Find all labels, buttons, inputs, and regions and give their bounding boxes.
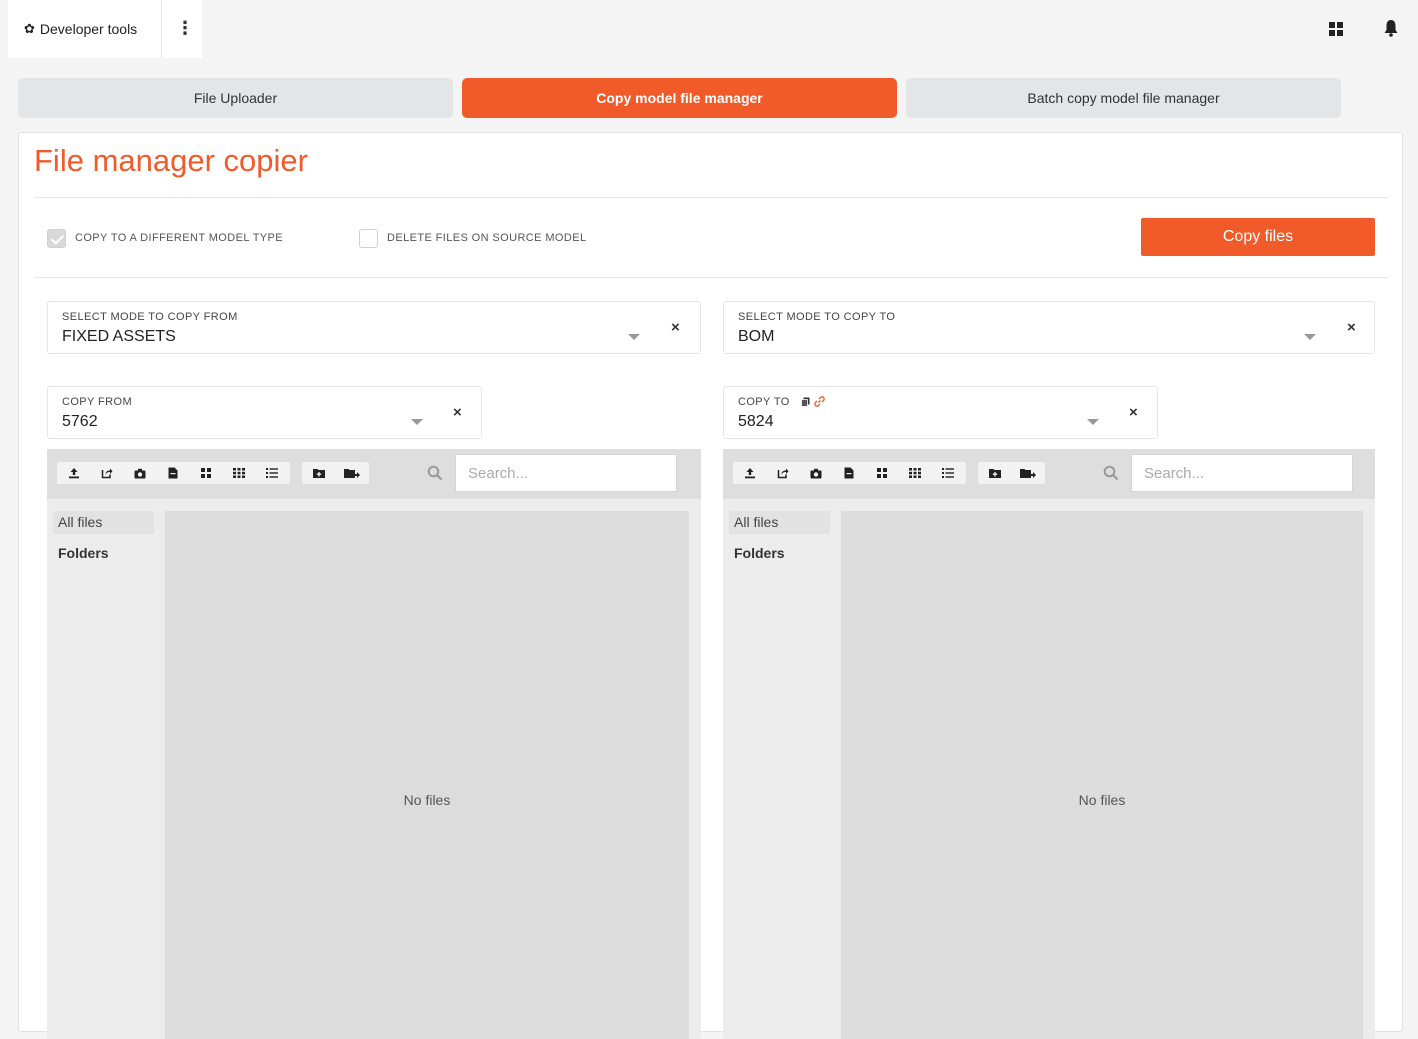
upload-icon[interactable] <box>57 462 90 484</box>
copy-to-label: COPY TO <box>738 396 790 408</box>
copy-from-label: COPY FROM <box>62 396 133 408</box>
clear-icon[interactable]: × <box>671 319 680 336</box>
copy-icon[interactable] <box>801 397 810 407</box>
target-mode-label: SELECT MODE TO COPY TO <box>738 311 896 323</box>
copy-to-select[interactable]: COPY TO 5824 × <box>723 386 1158 439</box>
toolbar-group <box>302 462 369 484</box>
source-mode-label: SELECT MODE TO COPY FROM <box>62 311 238 323</box>
grid-small-icon[interactable] <box>865 462 898 484</box>
camera-icon[interactable] <box>799 462 832 484</box>
gear-icon: ✿ <box>24 21 35 36</box>
target-mode-select[interactable]: SELECT MODE TO COPY TO BOM × <box>723 301 1375 354</box>
source-mode-select[interactable]: SELECT MODE TO COPY FROM FIXED ASSETS × <box>47 301 701 354</box>
link-icon[interactable] <box>814 396 825 407</box>
tab-file-uploader[interactable]: File Uploader <box>18 78 453 118</box>
grid-small-icon[interactable] <box>189 462 222 484</box>
toolbar-group <box>733 462 966 484</box>
search-icon <box>1103 465 1119 481</box>
source-all-files-link[interactable]: All files <box>53 511 154 534</box>
page-title: File manager copier <box>34 143 308 178</box>
target-empty-text: No files <box>1078 792 1126 808</box>
toolbar-group <box>978 462 1045 484</box>
grid-large-icon[interactable] <box>898 462 931 484</box>
share-icon[interactable] <box>766 462 799 484</box>
target-search-input[interactable] <box>1131 454 1353 492</box>
copy-from-value: 5762 <box>62 413 98 430</box>
divider <box>161 0 162 58</box>
tab-batch-copy-model-file-manager[interactable]: Batch copy model file manager <box>906 78 1341 118</box>
list-icon[interactable] <box>931 462 964 484</box>
delete-source-files-checkbox[interactable] <box>359 229 378 248</box>
bell-icon[interactable] <box>1383 19 1399 37</box>
copy-different-type-checkbox[interactable] <box>47 229 66 248</box>
add-folder-icon[interactable] <box>302 462 335 484</box>
move-folder-icon[interactable] <box>1011 462 1044 484</box>
target-folders-heading[interactable]: Folders <box>734 545 785 561</box>
tab-copy-model-file-manager[interactable]: Copy model file manager <box>462 78 897 118</box>
target-files-area[interactable]: No files <box>841 511 1363 1039</box>
app-tab[interactable]: ✿ Developer tools ⋮ <box>8 0 202 58</box>
chevron-down-icon[interactable] <box>411 419 423 425</box>
file-icon[interactable] <box>832 462 865 484</box>
app-title: Developer tools <box>39 21 138 37</box>
copy-different-type-label: COPY TO A DIFFERENT MODEL TYPE <box>75 232 284 244</box>
clear-icon[interactable]: × <box>1129 404 1138 421</box>
camera-icon[interactable] <box>123 462 156 484</box>
source-file-toolbar <box>47 449 701 499</box>
toolbar-group <box>57 462 290 484</box>
chevron-down-icon[interactable] <box>628 334 640 340</box>
chevron-down-icon[interactable] <box>1304 334 1316 340</box>
clear-icon[interactable]: × <box>453 404 462 421</box>
list-icon[interactable] <box>255 462 288 484</box>
clear-icon[interactable]: × <box>1347 319 1356 336</box>
delete-source-files-label: DELETE FILES ON SOURCE MODEL <box>387 232 587 244</box>
share-icon[interactable] <box>90 462 123 484</box>
source-empty-text: No files <box>403 792 451 808</box>
source-search-input[interactable] <box>455 454 677 492</box>
file-manager-copier-card: File manager copier COPY TO A DIFFERENT … <box>18 132 1403 1039</box>
divider <box>34 277 1389 278</box>
source-mode-value: FIXED ASSETS <box>62 328 176 345</box>
file-icon[interactable] <box>156 462 189 484</box>
apps-grid-icon[interactable] <box>1329 22 1343 36</box>
target-file-manager: All files Folders No files <box>723 449 1375 1039</box>
add-folder-icon[interactable] <box>978 462 1011 484</box>
source-files-area[interactable]: No files <box>165 511 689 1039</box>
divider <box>34 197 1389 198</box>
copy-from-select[interactable]: COPY FROM 5762 × <box>47 386 482 439</box>
target-all-files-link[interactable]: All files <box>729 511 830 534</box>
search-icon <box>427 465 443 481</box>
move-folder-icon[interactable] <box>335 462 368 484</box>
grid-large-icon[interactable] <box>222 462 255 484</box>
upload-icon[interactable] <box>733 462 766 484</box>
copy-files-button[interactable]: Copy files <box>1141 218 1375 256</box>
source-file-manager: All files Folders No files <box>47 449 701 1039</box>
target-file-toolbar <box>723 449 1375 499</box>
copy-to-value: 5824 <box>738 413 774 430</box>
target-mode-value: BOM <box>738 328 775 345</box>
chevron-down-icon[interactable] <box>1087 419 1099 425</box>
more-vertical-icon[interactable]: ⋮ <box>176 18 194 38</box>
top-bar: ✿ Developer tools ⋮ <box>0 0 1418 58</box>
source-folders-heading[interactable]: Folders <box>58 545 109 561</box>
